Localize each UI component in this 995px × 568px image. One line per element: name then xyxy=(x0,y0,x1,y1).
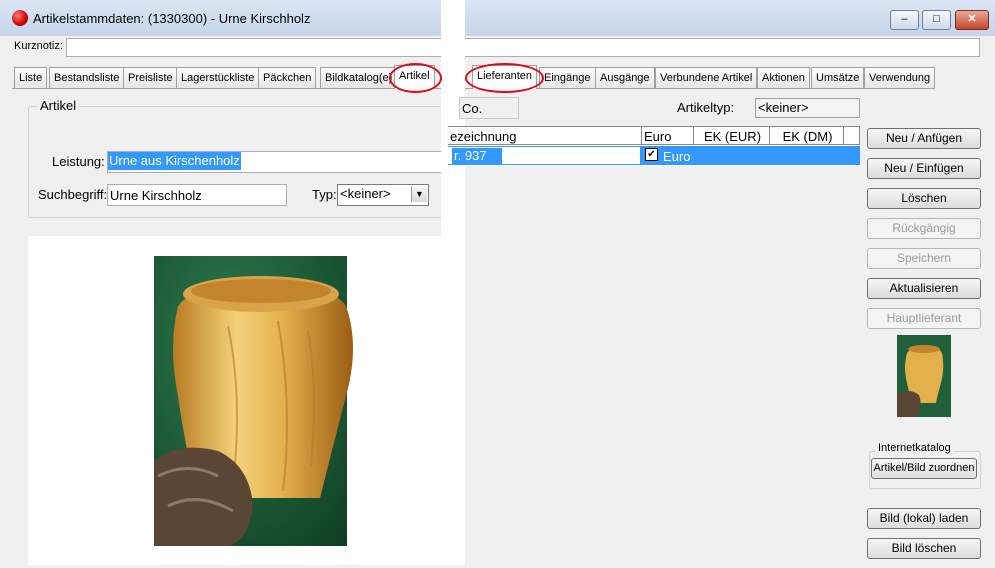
internetkatalog-title: Internetkatalog xyxy=(875,442,954,454)
leistung-label: Leistung: xyxy=(52,154,105,169)
window-title: Artikelstammdaten: (1330300) - Urne Kirs… xyxy=(33,11,311,26)
euro-label: Euro xyxy=(663,149,691,164)
aktualisieren-button[interactable]: Aktualisieren xyxy=(867,278,981,299)
column-header-ek-eur[interactable]: EK (EUR) xyxy=(694,126,770,145)
app-icon xyxy=(12,10,28,26)
tab-liste[interactable]: Liste xyxy=(14,67,48,88)
tab-umsaetze[interactable]: Umsätze xyxy=(811,67,865,88)
artikeltyp-value: <keiner> xyxy=(758,100,809,115)
tab-bestandsliste[interactable]: Bestandsliste xyxy=(49,67,125,88)
maximize-button[interactable]: □ xyxy=(922,10,951,30)
tab-paeckchen[interactable]: Päckchen xyxy=(258,67,317,88)
speichern-button[interactable]: Speichern xyxy=(867,248,981,269)
highlight-ring-lieferanten xyxy=(465,63,544,93)
neu-einfuegen-button[interactable]: Neu / Einfügen xyxy=(867,158,981,179)
rueckgaengig-button[interactable]: Rückgängig xyxy=(867,218,981,239)
minimize-button[interactable]: – xyxy=(890,10,919,30)
close-button[interactable]: ✕ xyxy=(955,10,989,30)
cell-bezeichnung-value[interactable]: r. 937 xyxy=(452,148,502,164)
bild-lokal-laden-button[interactable]: Bild (lokal) laden xyxy=(867,508,981,529)
kurznotiz-input[interactable] xyxy=(66,38,980,57)
tab-ausgaenge[interactable]: Ausgänge xyxy=(595,67,655,88)
column-header-bezeichnung[interactable]: ezeichnung xyxy=(448,126,642,145)
loeschen-button[interactable]: Löschen xyxy=(867,188,981,209)
highlight-ring-artikel xyxy=(389,63,442,93)
tab-aktionen[interactable]: Aktionen xyxy=(757,67,810,88)
bild-loeschen-button[interactable]: Bild löschen xyxy=(867,538,981,559)
artikel-group-title: Artikel xyxy=(37,98,80,113)
column-header-euro[interactable]: Euro xyxy=(642,126,694,145)
tab-verbundene-artikel[interactable]: Verbundene Artikel xyxy=(655,67,758,88)
suchbegriff-label: Suchbegriff: xyxy=(38,187,108,202)
neu-anfuegen-button[interactable]: Neu / Anfügen xyxy=(867,128,981,149)
typ-select-value[interactable]: <keiner> xyxy=(340,186,391,201)
co-label: Co. xyxy=(462,101,483,116)
typ-label: Typ: xyxy=(312,187,337,202)
tab-verwendung[interactable]: Verwendung xyxy=(864,67,936,88)
kurznotiz-label: Kurznotiz: xyxy=(14,40,63,52)
leistung-value[interactable]: Urne aus Kirschenholz xyxy=(108,152,241,170)
suchbegriff-input[interactable] xyxy=(107,184,287,206)
tab-bildkatalog[interactable]: Bildkatalog(e) xyxy=(320,67,398,88)
urn-photo xyxy=(154,256,353,546)
tab-preisliste[interactable]: Preisliste xyxy=(123,67,178,88)
article-thumbnail xyxy=(897,335,951,417)
column-header-ek-dm[interactable]: EK (DM) xyxy=(770,126,844,145)
chevron-down-icon[interactable]: ▼ xyxy=(411,186,427,202)
screenshot-gap xyxy=(441,0,465,565)
hauptlieferant-button[interactable]: Hauptlieferant xyxy=(867,308,981,329)
tab-lagerstueckliste[interactable]: Lagerstückliste xyxy=(176,67,260,88)
euro-checkbox[interactable]: ✔ xyxy=(645,148,658,161)
column-header-filler xyxy=(844,126,860,145)
artikeltyp-label: Artikeltyp: xyxy=(677,100,735,115)
artikel-bild-zuordnen-button[interactable]: Artikel/Bild zuordnen xyxy=(871,458,977,479)
article-image-panel xyxy=(28,236,441,565)
tab-eingaenge[interactable]: Eingänge xyxy=(539,67,596,88)
